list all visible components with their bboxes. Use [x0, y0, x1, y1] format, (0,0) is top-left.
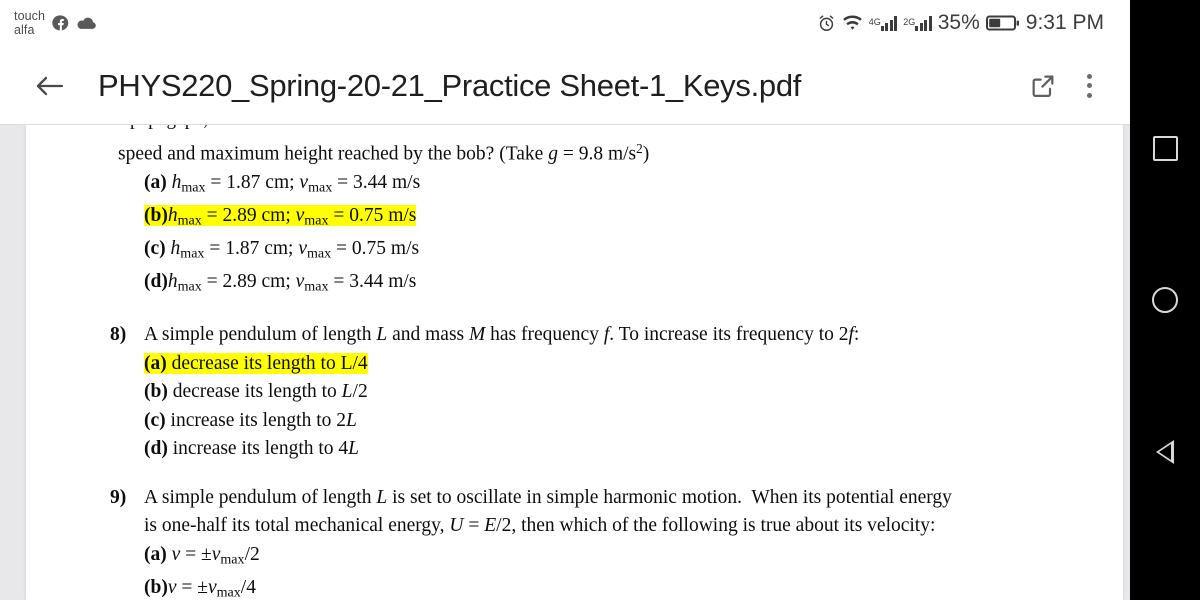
status-bar: touch alfa 4G 2G 35% 9:31 PM — [0, 0, 1130, 46]
option-label: (b) — [144, 381, 168, 403]
clipped-previous-line: p p g p ; — [26, 125, 1123, 135]
question7-stem-tail: speed and maximum height reached by the … — [118, 141, 650, 165]
question9: 9) A simple pendulum of length L is set … — [26, 484, 1123, 600]
option-label: (c) — [144, 409, 166, 431]
status-bar-right: 4G 2G 35% 9:31 PM — [817, 11, 1122, 35]
question8-number: 8) — [110, 324, 127, 346]
option-label: (a) — [144, 352, 167, 374]
question9-option-a: (a) v = ±vmax/2 — [144, 543, 260, 568]
question8-option-a: (a) decrease its length to L/4 — [144, 352, 368, 374]
battery-percent: 35% — [937, 11, 980, 34]
recents-button[interactable] — [1143, 126, 1187, 170]
question7-option-d: (d)hmax = 2.89 cm; vmax = 3.44 m/s — [144, 271, 417, 295]
question7-option-c: (c) hmax = 1.87 cm; vmax = 0.75 m/s — [144, 238, 420, 262]
open-in-new-icon[interactable] — [1020, 63, 1066, 109]
phone-screen: touch alfa 4G 2G 35% 9:31 PM PHYS220_Spr… — [0, 0, 1200, 600]
more-options-button[interactable] — [1066, 63, 1112, 109]
question8-stem: A simple pendulum of length L and mass M… — [144, 324, 860, 346]
option-label: (d) — [144, 271, 168, 293]
pdf-page: p p g p ; speed and maximum height reach… — [26, 125, 1123, 600]
carrier-line-2: alfa — [14, 23, 35, 37]
question8-option-c: (c) increase its length to 2L — [144, 409, 357, 431]
question9-option-b: (b)v = ±vmax/4 — [144, 577, 256, 600]
kebab-icon — [1086, 73, 1092, 98]
app-toolbar: PHYS220_Spring-20-21_Practice Sheet-1_Ke… — [0, 46, 1130, 125]
back-button[interactable] — [28, 64, 72, 108]
question7-option-b: (b)hmax = 2.89 cm; vmax = 0.75 m/s — [144, 205, 417, 229]
page-title: PHYS220_Spring-20-21_Practice Sheet-1_Ke… — [98, 67, 802, 103]
option-label: (a) — [144, 171, 167, 193]
option-label: (b) — [144, 577, 168, 599]
carrier-line-1: touch — [14, 9, 46, 23]
question9-number: 9) — [110, 486, 127, 508]
network-4g-label: 4G — [868, 16, 881, 27]
alarm-icon — [817, 14, 836, 33]
question8: 8) A simple pendulum of length L and mas… — [26, 321, 1123, 464]
battery-icon — [985, 14, 1020, 32]
recents-icon — [1152, 135, 1178, 161]
question9-stem-line1: A simple pendulum of length L is set to … — [144, 486, 952, 508]
option-label: (a) — [144, 543, 167, 565]
clipped-text: p p g p ; — [130, 125, 1123, 131]
cloud-icon — [77, 16, 97, 30]
pdf-text-content: speed and maximum height reached by the … — [26, 135, 1123, 600]
back-triangle-icon — [1156, 440, 1174, 464]
clock-time: 9:31 PM — [1025, 11, 1104, 34]
wifi-icon — [842, 15, 863, 32]
option-label: (d) — [144, 438, 168, 460]
option-label: (c) — [144, 238, 166, 260]
signal-4g-icon: 4G — [868, 15, 898, 31]
signal-2g-icon: 2G — [903, 15, 932, 31]
home-icon — [1152, 287, 1178, 313]
network-2g-label: 2G — [903, 16, 916, 27]
facebook-icon — [52, 14, 70, 32]
signal-bars-4g — [880, 15, 898, 31]
question8-option-d: (d) increase its length to 4L — [144, 438, 360, 460]
question7-option-a: (a) hmax = 1.87 cm; vmax = 3.44 m/s — [144, 171, 421, 196]
question9-stem-line2: is one-half its total mechanical energy,… — [144, 515, 936, 537]
option-label: (b) — [144, 205, 168, 226]
signal-bars-2g — [915, 15, 932, 31]
question8-option-b: (b) decrease its length to L/2 — [144, 381, 368, 403]
carrier-name: touch alfa — [14, 9, 45, 37]
pdf-viewer[interactable]: p p g p ; speed and maximum height reach… — [0, 125, 1130, 600]
home-button[interactable] — [1143, 278, 1187, 322]
back-nav-button[interactable] — [1143, 430, 1187, 474]
status-bar-left: touch alfa — [8, 9, 97, 37]
android-nav-bar — [1130, 0, 1200, 600]
